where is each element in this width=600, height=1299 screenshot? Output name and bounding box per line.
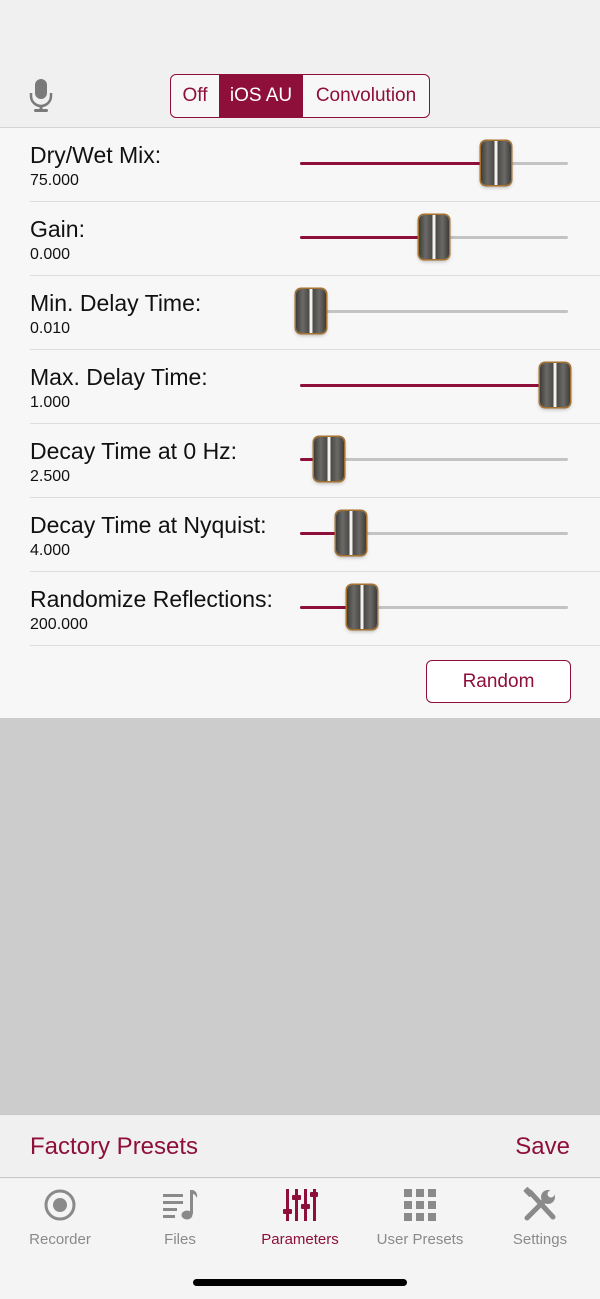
- param-value: 2.500: [30, 468, 71, 485]
- slider-fill: [300, 236, 434, 239]
- slider-track: [300, 310, 568, 313]
- param-row-decay-time-0hz: Decay Time at 0 Hz: 2.500: [30, 424, 600, 498]
- param-value: 75.000: [30, 172, 79, 189]
- top-bar: Off iOS AU Convolution: [0, 0, 600, 128]
- param-label: Dry/Wet Mix:: [30, 142, 162, 168]
- max-delay-time-slider[interactable]: [300, 350, 570, 424]
- param-row-dry-wet-mix: Dry/Wet Mix: 75.000: [30, 128, 600, 202]
- slider-thumb[interactable]: [295, 289, 326, 333]
- param-row-max-delay-time: Max. Delay Time: 1.000: [30, 350, 600, 424]
- slider-fill: [300, 162, 496, 165]
- mode-off[interactable]: Off: [171, 75, 220, 117]
- param-value: 200.000: [30, 616, 88, 633]
- param-row-randomize-reflections: Randomize Reflections: 200.000: [30, 572, 600, 646]
- param-label: Decay Time at 0 Hz:: [30, 438, 238, 464]
- tab-recorder[interactable]: Recorder: [0, 1179, 120, 1259]
- param-value: 0.010: [30, 320, 71, 337]
- tab-label: Settings: [512, 1231, 568, 1248]
- decay-time-nyquist-slider[interactable]: [300, 498, 568, 572]
- randomize-reflections-slider[interactable]: [300, 572, 568, 646]
- tab-settings[interactable]: Settings: [480, 1179, 600, 1259]
- tab-label: Parameters: [261, 1231, 339, 1248]
- record-icon: [44, 1189, 76, 1221]
- factory-presets-button[interactable]: Factory Presets: [30, 1133, 198, 1161]
- param-value: 4.000: [30, 542, 71, 559]
- save-button[interactable]: Save: [515, 1133, 570, 1161]
- dry-wet-mix-slider[interactable]: [300, 128, 568, 202]
- param-row-decay-time-nyquist: Decay Time at Nyquist: 4.000: [30, 498, 600, 572]
- param-label: Decay Time at Nyquist:: [30, 512, 267, 538]
- param-label: Min. Delay Time:: [30, 290, 202, 316]
- mode-convolution[interactable]: Convolution: [303, 75, 429, 117]
- param-label: Max. Delay Time:: [30, 364, 208, 390]
- parameters-panel: Dry/Wet Mix: 75.000 Gain: 0.000 Min. Del…: [0, 128, 600, 718]
- tab-label: Recorder: [29, 1231, 91, 1248]
- slider-thumb[interactable]: [314, 437, 345, 481]
- slider-thumb[interactable]: [419, 215, 449, 259]
- slider-thumb[interactable]: [335, 511, 366, 555]
- tools-icon: [523, 1187, 556, 1221]
- decay-time-0hz-slider[interactable]: [300, 424, 568, 498]
- grid-icon: [404, 1189, 436, 1221]
- param-value: 1.000: [30, 394, 71, 411]
- slider-fill: [300, 384, 555, 387]
- param-label: Gain:: [30, 216, 85, 242]
- tab-label: Files: [164, 1231, 196, 1248]
- param-row-min-delay-time: Min. Delay Time: 0.010: [30, 276, 600, 350]
- music-list-icon: [163, 1190, 198, 1220]
- mode-ios-au[interactable]: iOS AU: [220, 75, 303, 117]
- param-row-gain: Gain: 0.000: [30, 202, 600, 276]
- tab-files[interactable]: Files: [120, 1179, 240, 1259]
- tab-label: User Presets: [376, 1231, 464, 1248]
- presets-bar: Factory Presets Save: [0, 1114, 600, 1178]
- microphone-icon[interactable]: [26, 78, 56, 114]
- slider-thumb[interactable]: [480, 141, 511, 185]
- param-label: Randomize Reflections:: [30, 586, 273, 612]
- slider-thumb[interactable]: [539, 363, 570, 407]
- min-delay-time-slider[interactable]: [295, 276, 568, 350]
- empty-area: [0, 718, 600, 1114]
- gain-slider[interactable]: [300, 202, 568, 276]
- home-indicator: [193, 1279, 407, 1286]
- sliders-icon: [283, 1189, 318, 1221]
- param-value: 0.000: [30, 246, 71, 263]
- random-button[interactable]: Random: [426, 660, 571, 703]
- tab-parameters[interactable]: Parameters: [240, 1179, 360, 1259]
- mode-segmented-control: Off iOS AU Convolution: [170, 74, 430, 118]
- slider-thumb[interactable]: [346, 585, 377, 629]
- tab-user-presets[interactable]: User Presets: [360, 1179, 480, 1259]
